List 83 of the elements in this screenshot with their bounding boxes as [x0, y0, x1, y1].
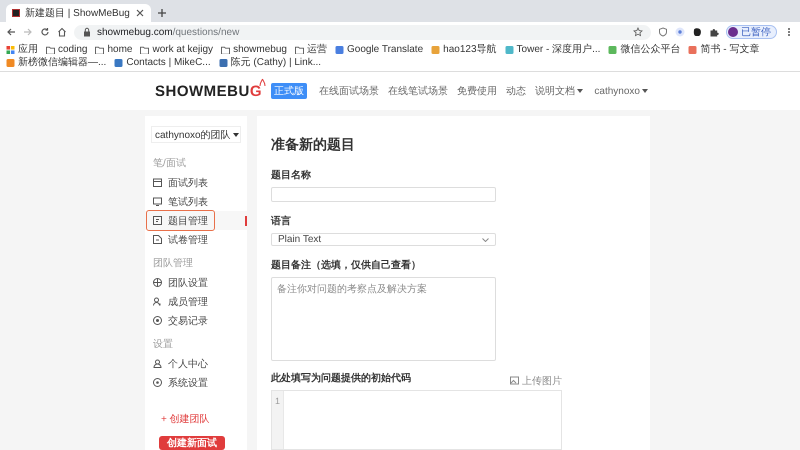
notes-field[interactable]: 备注你对问题的考察点及解决方案 — [271, 277, 496, 361]
field-label: 语言 — [271, 214, 292, 228]
nav-link[interactable]: 说明文档 — [535, 84, 583, 98]
settings-icon — [153, 378, 162, 387]
nav-link[interactable]: 动态 — [506, 84, 526, 98]
section-title: 团队管理 — [153, 257, 194, 270]
active-indicator — [245, 216, 247, 226]
bookmark[interactable]: Tower - 深度用户... — [504, 43, 600, 56]
bookmark[interactable]: 运营 — [294, 43, 327, 56]
bookmark[interactable]: 应用 — [6, 43, 38, 56]
folder-icon — [140, 46, 150, 54]
sidebar-item[interactable]: 笔试列表 — [147, 192, 214, 211]
calendar-icon — [153, 178, 162, 187]
caret-icon — [642, 89, 648, 93]
avatar-icon — [728, 27, 738, 37]
close-icon[interactable] — [134, 8, 145, 18]
team-select[interactable]: cathynoxo的团队 — [151, 126, 241, 143]
image-icon — [510, 376, 519, 385]
create-interview-button[interactable]: 创建新面试 — [159, 436, 225, 450]
tab-title: 新建题目 | ShowMeBug — [25, 6, 130, 20]
user-menu[interactable]: cathynoxo — [594, 86, 648, 96]
sidebar-item[interactable]: 成员管理 — [147, 292, 214, 311]
field-label: 此处填写为问题提供的初始代码 — [271, 371, 411, 385]
apps-grid-icon — [6, 46, 15, 54]
address-bar[interactable]: showmebug.com/questions/new — [74, 24, 651, 40]
sidebar-item[interactable]: 系统设置 — [147, 373, 214, 392]
chevron-icon — [482, 238, 489, 242]
nav-link[interactable]: 在线面试场景 — [319, 84, 379, 98]
puzzle-icon[interactable] — [709, 27, 719, 37]
bookmark[interactable]: 简书 - 写文章 — [688, 43, 760, 56]
section-title: 笔/面试 — [153, 156, 187, 170]
section-title: 设置 — [153, 338, 174, 351]
bookmark[interactable]: work at kejigy — [140, 43, 214, 56]
favicon-icon — [12, 9, 20, 17]
folder-icon — [221, 46, 230, 54]
sidebar-item[interactable]: 试卷管理 — [147, 230, 214, 249]
sidebar-item[interactable]: 团队设置 — [147, 273, 214, 292]
url-text: showmebug.com/questions/new — [97, 26, 240, 38]
page-title: 准备新的题目 — [271, 136, 356, 154]
nav-link[interactable]: 在线笔试场景 — [388, 84, 448, 98]
bookmark[interactable]: coding — [46, 43, 88, 56]
folder-icon — [95, 46, 104, 54]
upload-image-link[interactable]: 上传图片 — [510, 374, 562, 388]
folder-icon — [294, 46, 304, 54]
bookmark[interactable]: 陈元 (Cathy) | Link... — [218, 56, 322, 69]
profile-button[interactable]: 已暂停 — [726, 25, 777, 39]
create-team-link[interactable]: + 创建团队 — [161, 412, 241, 426]
person-icon — [153, 359, 162, 368]
shield-icon[interactable] — [658, 27, 668, 37]
logo[interactable]: SHOWMEBUG — [155, 82, 262, 100]
browser-tab[interactable]: 新建题目 | ShowMeBug — [6, 4, 151, 22]
bookmark[interactable]: Contacts | MikeC... — [114, 56, 211, 69]
reload-icon[interactable] — [40, 27, 50, 37]
bookmark[interactable]: showmebug — [221, 43, 287, 56]
antenna-icon — [258, 78, 267, 87]
field-label: 题目名称 — [271, 168, 312, 182]
back-arrow-icon[interactable] — [6, 27, 16, 37]
input-field[interactable] — [271, 187, 496, 202]
language-select[interactable]: Plain Text — [271, 233, 496, 246]
bookmark[interactable]: 微信公众平台 — [608, 43, 680, 56]
lock-icon — [82, 27, 92, 37]
sidebar-item[interactable]: 交易记录 — [147, 311, 214, 330]
field-label: 题目备注（选填，仅供自己查看） — [271, 258, 422, 272]
bookmark[interactable]: Google Translate — [334, 43, 424, 56]
file-icon — [153, 235, 162, 244]
nav-link[interactable]: 免费使用 — [457, 84, 497, 98]
extension-circle-icon[interactable] — [675, 27, 685, 37]
sidebar-item[interactable]: 面试列表 — [147, 173, 214, 192]
bookmark[interactable]: hao123导航 — [431, 43, 497, 56]
monitor-icon — [153, 197, 162, 206]
caret-icon — [232, 132, 239, 136]
plus-icon[interactable] — [156, 8, 167, 18]
folder-icon — [46, 46, 55, 54]
line-number: 1 — [274, 395, 281, 407]
home-icon[interactable] — [57, 27, 67, 37]
document-icon — [153, 216, 162, 225]
globe-icon — [153, 278, 162, 287]
sidebar-item[interactable]: 个人中心 — [147, 354, 214, 373]
caret-icon — [577, 89, 583, 93]
bookmark[interactable]: 新榜微信编辑器—... — [6, 56, 106, 69]
star-icon[interactable] — [633, 27, 643, 37]
bookmark[interactable]: home — [95, 43, 132, 56]
version-badge: 正式版 — [271, 83, 307, 99]
